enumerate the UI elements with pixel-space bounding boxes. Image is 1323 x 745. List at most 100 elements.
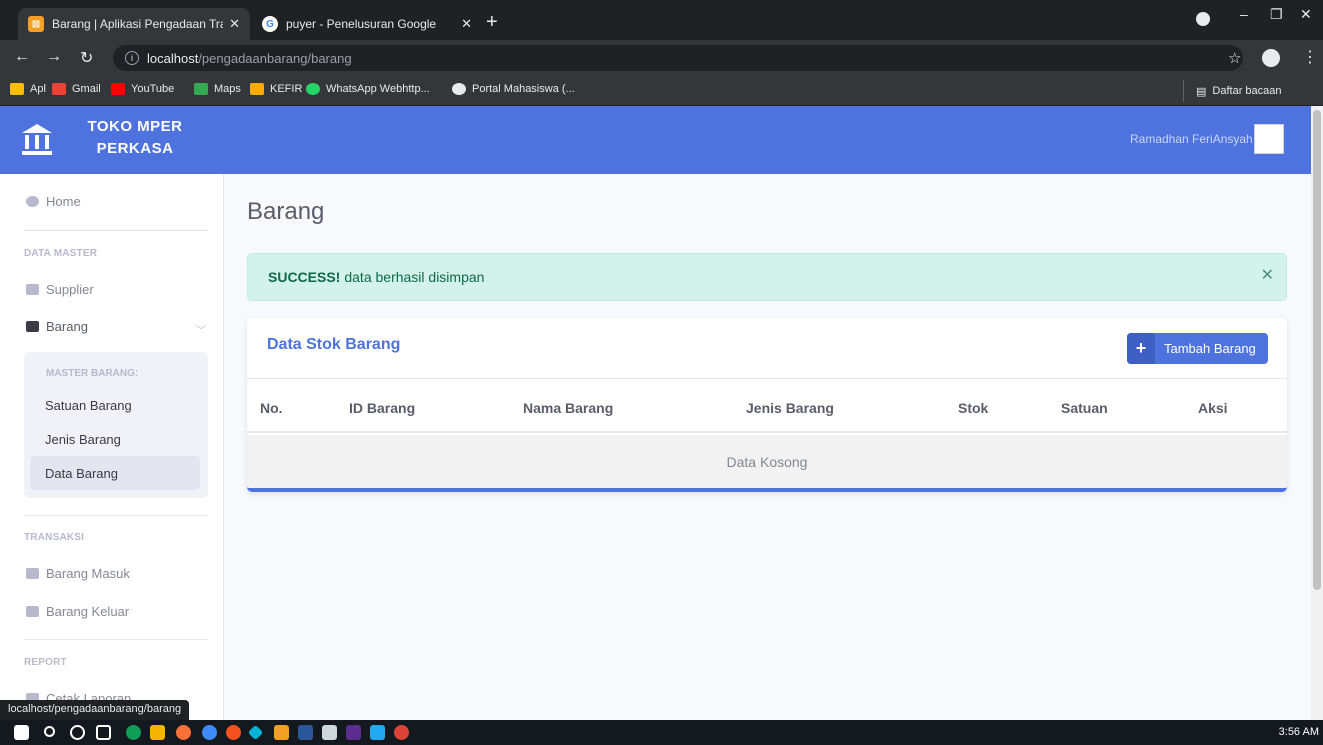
sidebar-heading-report: REPORT <box>24 657 67 668</box>
app-icon[interactable] <box>202 725 217 740</box>
visual-studio-icon[interactable] <box>346 725 361 740</box>
table-header: No. ID Barang Nama Barang Jenis Barang S… <box>247 385 1287 433</box>
success-alert: SUCCESS! data berhasil disimpan ✕ <box>247 253 1287 301</box>
app-topbar: TOKO MPER PERKASA Ramadhan FeriAnsyah <box>0 106 1311 174</box>
users-icon <box>26 284 39 295</box>
site-info-icon[interactable]: i <box>125 51 139 65</box>
column-header-nama[interactable]: Nama Barang <box>523 400 613 416</box>
bookmark-kefir[interactable]: KEFIR <box>250 83 302 95</box>
edge-icon[interactable] <box>126 725 141 740</box>
sidebar-item-barang-keluar[interactable]: Barang Keluar <box>26 604 129 619</box>
google-favicon-icon: G <box>262 16 278 32</box>
tab-google[interactable]: G puyer - Penelusuran Google ✕ <box>252 8 482 40</box>
stock-card: Data Stok Barang + Tambah Barang No. ID … <box>247 318 1287 492</box>
close-tab-icon[interactable]: ✕ <box>229 16 240 32</box>
gmail-icon <box>52 83 66 95</box>
word-icon[interactable] <box>298 725 313 740</box>
folder-icon <box>26 321 39 332</box>
page-scrollbar[interactable] <box>1311 106 1323 720</box>
bookmark-apps[interactable]: Apl <box>10 83 46 95</box>
chevron-down-icon[interactable]: ﹀ <box>196 322 206 337</box>
column-header-id[interactable]: ID Barang <box>349 400 415 416</box>
youtube-icon <box>111 83 125 95</box>
bookmark-whatsapp[interactable]: WhatsApp Webhttp... <box>306 83 430 95</box>
add-barang-button[interactable]: + Tambah Barang <box>1127 333 1268 364</box>
column-header-stok[interactable]: Stok <box>958 400 988 416</box>
card-title: Data Stok Barang <box>267 336 401 353</box>
task-view-icon[interactable] <box>96 725 111 740</box>
add-button-label: Tambah Barang <box>1164 341 1256 356</box>
taskbar-clock[interactable]: 3:56 AM <box>1279 726 1319 738</box>
close-tab-icon[interactable]: ✕ <box>461 16 472 32</box>
reading-list-button[interactable]: ▤ Daftar bacaan <box>1183 80 1282 102</box>
forward-icon[interactable]: → <box>46 48 62 66</box>
sidebar-item-supplier[interactable]: Supplier <box>26 282 94 297</box>
avatar[interactable] <box>1254 124 1284 154</box>
windows-taskbar: 3:56 AM <box>0 720 1323 745</box>
sidebar-heading-transaksi: TRANSAKSI <box>24 532 85 543</box>
app-icon[interactable] <box>226 725 241 740</box>
reading-list-icon: ▤ <box>1196 85 1207 98</box>
dashboard-icon <box>26 196 39 207</box>
scrollbar-thumb[interactable] <box>1313 110 1321 590</box>
status-bar-url: localhost/pengadaanbarang/barang <box>0 700 190 720</box>
reload-icon[interactable]: ↻ <box>80 48 93 68</box>
submenu-item-satuan[interactable]: Satuan Barang <box>30 388 200 422</box>
page-title: Barang <box>247 198 325 225</box>
tab-barang[interactable]: ⊠ Barang | Aplikasi Pengadaan Tran ✕ <box>18 8 250 40</box>
new-tab-button[interactable]: + <box>486 12 498 32</box>
maps-icon <box>194 83 208 95</box>
notepad-icon[interactable] <box>322 725 337 740</box>
vscode-icon[interactable] <box>370 725 385 740</box>
cortana-icon[interactable] <box>70 725 85 740</box>
bookmark-youtube[interactable]: YouTube <box>111 83 174 95</box>
sidebar-divider <box>24 639 208 640</box>
app-icon[interactable] <box>247 724 264 741</box>
sidebar-item-barang-masuk[interactable]: Barang Masuk <box>26 566 130 581</box>
brand-name[interactable]: TOKO MPER PERKASA <box>70 116 200 160</box>
upload-icon <box>26 606 39 617</box>
sidebar-divider <box>24 515 208 516</box>
submenu-item-data[interactable]: Data Barang <box>30 456 200 490</box>
profile-icon[interactable] <box>1196 12 1210 26</box>
submenu-item-jenis[interactable]: Jenis Barang <box>30 422 200 456</box>
globe-icon <box>452 83 466 95</box>
barang-submenu: MASTER BARANG: Satuan Barang Jenis Baran… <box>24 352 208 498</box>
user-name[interactable]: Ramadhan FeriAnsyah <box>1130 132 1253 146</box>
back-icon[interactable]: ← <box>14 48 30 66</box>
bookmark-star-icon[interactable]: ☆ <box>1228 49 1241 67</box>
column-header-aksi[interactable]: Aksi <box>1198 400 1228 416</box>
close-icon[interactable]: ✕ <box>1261 268 1274 284</box>
windows-start-icon[interactable] <box>14 725 29 740</box>
address-bar[interactable]: i localhost/pengadaanbarang/barang <box>113 45 1243 71</box>
download-icon <box>26 568 39 579</box>
bookmark-gmail[interactable]: Gmail <box>52 83 101 95</box>
bookmark-portal[interactable]: Portal Mahasiswa (... <box>452 83 575 95</box>
tab-title: Barang | Aplikasi Pengadaan Tran <box>52 17 224 31</box>
bookmark-maps[interactable]: Maps <box>194 83 241 95</box>
column-header-satuan[interactable]: Satuan <box>1061 400 1108 416</box>
app-favicon-icon: ⊠ <box>28 16 44 32</box>
xampp-icon[interactable] <box>274 725 289 740</box>
menu-kebab-icon[interactable]: ⋮ <box>1302 47 1318 67</box>
alert-text: data berhasil disimpan <box>344 269 485 285</box>
browser-tab-bar: ⊠ Barang | Aplikasi Pengadaan Tran ✕ G p… <box>0 0 1323 40</box>
alert-strong: SUCCESS! <box>268 269 341 285</box>
firefox-icon[interactable] <box>176 725 191 740</box>
bank-icon <box>22 124 52 155</box>
apps-grid-icon <box>10 83 24 95</box>
sidebar-item-home[interactable]: Home <box>26 194 81 209</box>
bookmarks-bar: Apl Gmail YouTube Maps KEFIR WhatsApp We… <box>0 76 1323 106</box>
sidebar: Home DATA MASTER Supplier Barang ﹀ MASTE… <box>0 174 224 720</box>
chrome-icon[interactable] <box>394 725 409 740</box>
extension-icon[interactable] <box>1262 49 1280 67</box>
kefir-icon <box>250 83 264 95</box>
search-icon[interactable] <box>44 726 55 737</box>
file-explorer-icon[interactable] <box>150 725 165 740</box>
close-window-icon[interactable]: ✕ <box>1300 6 1312 23</box>
minimize-icon[interactable]: – <box>1240 6 1248 22</box>
column-header-jenis[interactable]: Jenis Barang <box>746 400 834 416</box>
sidebar-item-barang[interactable]: Barang <box>26 319 88 334</box>
restore-icon[interactable]: ❐ <box>1270 6 1283 23</box>
column-header-no[interactable]: No. <box>260 400 283 416</box>
